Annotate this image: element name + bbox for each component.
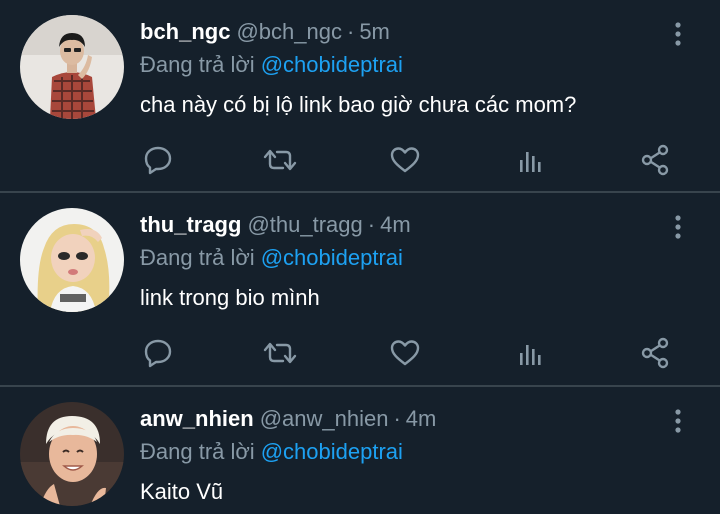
tweet[interactable]: thu_tragg @thu_tragg · 4m Đang trả lời @chob…: [0, 193, 720, 385]
mention-link[interactable]: @chobideptrai: [261, 245, 403, 270]
avatar[interactable]: [20, 208, 124, 312]
tweet-header: thu_tragg @thu_tragg · 4m: [140, 211, 411, 239]
more-vertical-icon[interactable]: [664, 213, 692, 241]
tweet-text: Kaito Vũ: [140, 479, 224, 504]
share-icon[interactable]: [635, 140, 675, 180]
timestamp[interactable]: 4m: [406, 406, 437, 431]
share-icon[interactable]: [635, 333, 675, 373]
bar-chart-icon[interactable]: [512, 333, 552, 373]
retweet-icon[interactable]: [260, 333, 300, 373]
retweet-icon[interactable]: [260, 140, 300, 180]
timestamp[interactable]: 4m: [380, 212, 411, 237]
comment-bubble-icon[interactable]: [138, 140, 178, 180]
tweet-actions: [0, 140, 720, 180]
more-vertical-icon[interactable]: [664, 20, 692, 48]
tweet-header: anw_nhien @anw_nhien · 4m: [140, 405, 436, 433]
user-handle[interactable]: @thu_tragg: [247, 212, 362, 237]
mention-link[interactable]: @chobideptrai: [261, 52, 403, 77]
separator-dot: ·: [393, 406, 401, 431]
separator-dot: ·: [346, 19, 355, 44]
avatar[interactable]: [20, 402, 124, 506]
tweet[interactable]: anw_nhien @anw_nhien · 4m Đang trả lời @chob…: [0, 387, 720, 514]
replying-to-line: Đang trả lời @chobideptrai: [140, 244, 403, 272]
heart-icon[interactable]: [385, 140, 425, 180]
heart-icon[interactable]: [385, 333, 425, 373]
mention-link[interactable]: @chobideptrai: [261, 439, 403, 464]
replying-to-label: Đang trả lời: [140, 245, 255, 270]
bar-chart-icon[interactable]: [512, 140, 552, 180]
comment-bubble-icon[interactable]: [138, 333, 178, 373]
display-name[interactable]: bch_ngc: [140, 19, 230, 44]
replying-to-line: Đang trả lời @chobideptrai: [140, 438, 403, 466]
timestamp[interactable]: 5m: [359, 19, 390, 44]
replying-to-label: Đang trả lời: [140, 52, 255, 77]
replying-to-label: Đang trả lời: [140, 439, 255, 464]
avatar[interactable]: [20, 15, 124, 119]
replying-to-line: Đang trả lời @chobideptrai: [140, 51, 403, 79]
tweet[interactable]: bch_ngc @bch_ngc · 5m Đang trả lời @chobidep…: [0, 0, 720, 191]
display-name[interactable]: thu_tragg: [140, 212, 241, 237]
display-name[interactable]: anw_nhien: [140, 406, 254, 431]
tweet-header: bch_ngc @bch_ngc · 5m: [140, 18, 390, 46]
more-vertical-icon[interactable]: [664, 407, 692, 435]
user-handle[interactable]: @bch_ngc: [236, 19, 342, 44]
tweet-text: cha này có bị lộ link bao giờ chưa các m…: [140, 92, 577, 117]
separator-dot: ·: [367, 212, 376, 237]
tweet-actions: [0, 333, 720, 373]
user-handle[interactable]: @anw_nhien: [260, 406, 389, 431]
tweet-text: link trong bio mình: [140, 285, 320, 310]
reply-feed: bch_ngc @bch_ngc · 5m Đang trả lời @chobidep…: [0, 0, 720, 514]
